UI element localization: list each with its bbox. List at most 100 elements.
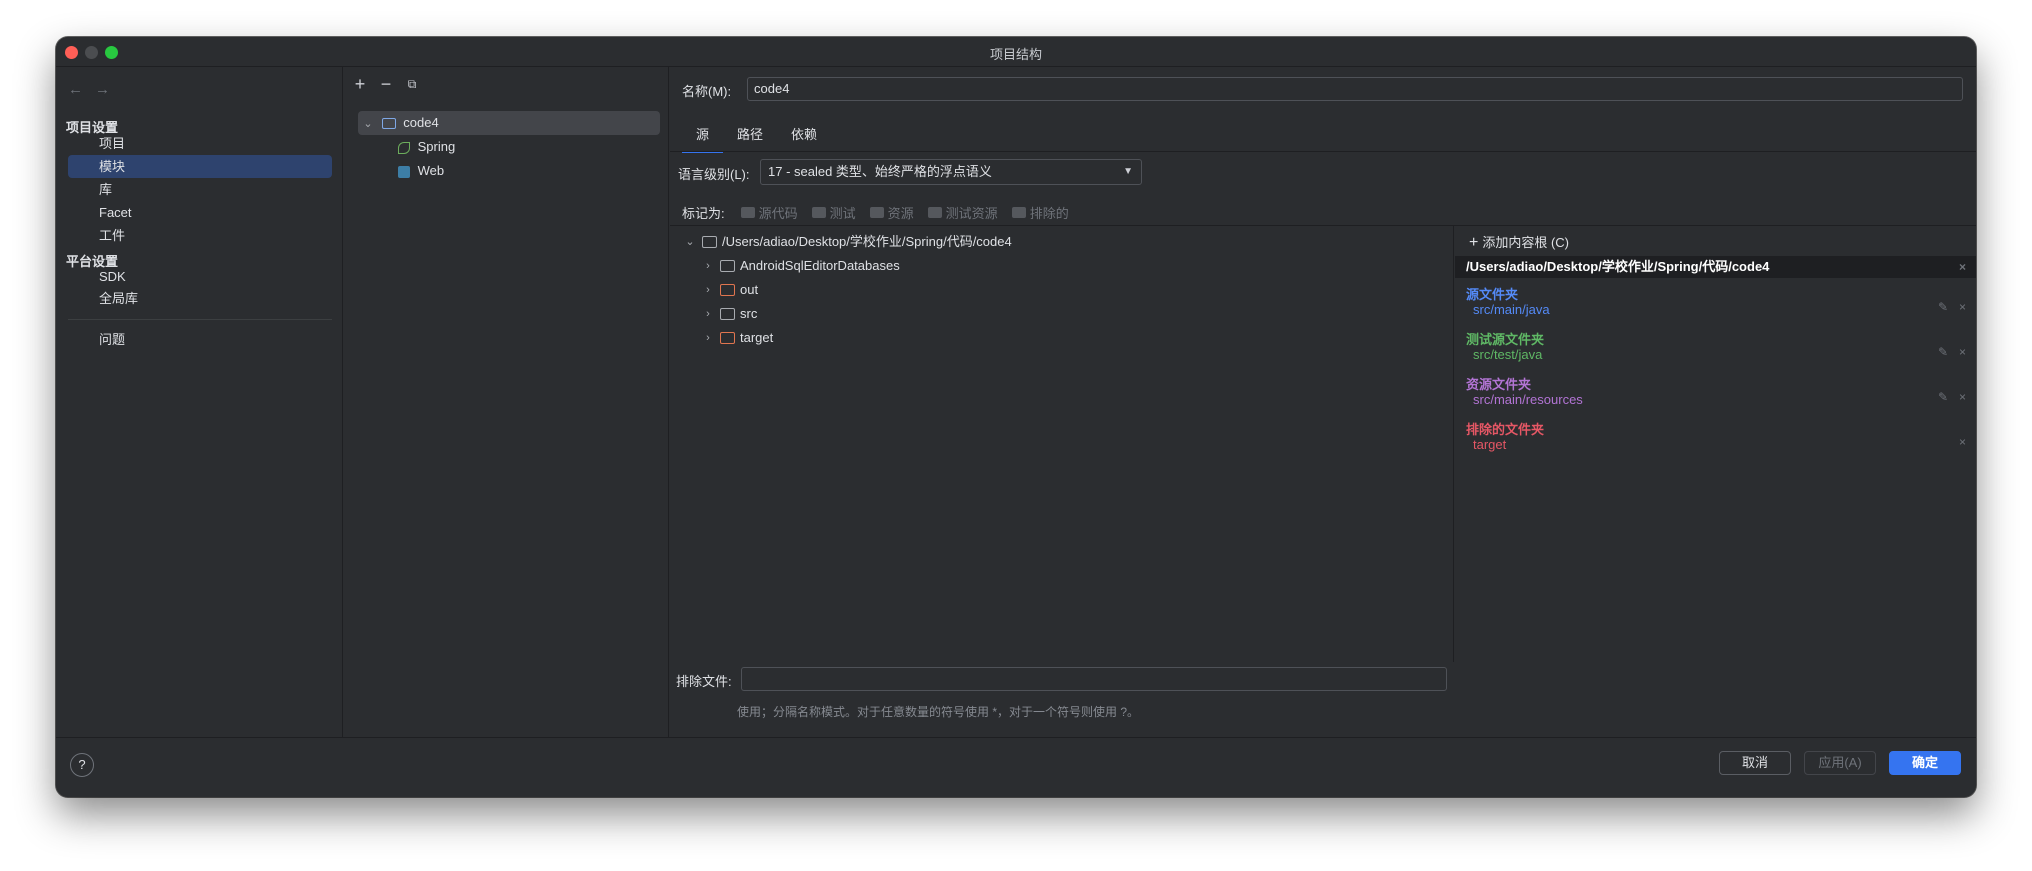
chevron-right-icon[interactable]: › [700, 278, 716, 302]
folder-icon [869, 207, 884, 218]
folder-icon [740, 207, 755, 218]
title-bar: 项目结构 [56, 37, 1976, 67]
nav-history: ← → [68, 81, 122, 98]
facet-row-web[interactable]: Web [358, 159, 660, 183]
chevron-down-icon[interactable]: ⌄ [360, 112, 376, 136]
resources-header: 资源文件夹 [1466, 377, 1532, 392]
edit-sources-icon[interactable]: ✎ [1938, 300, 1948, 314]
tree-row-out[interactable]: › out [700, 278, 758, 302]
nav-item-sdk[interactable]: SDK [68, 265, 332, 288]
tabs-divider [670, 151, 1976, 152]
module-toolbar: + − ⧉ [352, 72, 420, 96]
remove-sources-icon[interactable]: × [1959, 300, 1966, 314]
resources-value: src/main/resources [1473, 392, 1583, 407]
help-button[interactable]: ? [70, 753, 94, 777]
nav-item-facets[interactable]: Facet [68, 201, 332, 224]
nav-item-libraries[interactable]: 库 [68, 178, 332, 201]
apply-button[interactable]: 应用(A) [1804, 751, 1876, 775]
remove-excluded-icon[interactable]: × [1959, 435, 1966, 449]
mark-resources-button[interactable]: 资源 [869, 203, 914, 222]
remove-resources-icon[interactable]: × [1959, 390, 1966, 404]
folder-icon [1011, 207, 1026, 218]
dialog-footer: ? 取消 应用(A) 确定 [56, 737, 1976, 797]
remove-test-sources-icon[interactable]: × [1959, 345, 1966, 359]
mark-excluded-button[interactable]: 排除的 [1011, 203, 1069, 222]
chevron-down-icon[interactable]: ⌄ [682, 230, 698, 254]
tree-row-src[interactable]: › src [700, 302, 757, 326]
tab-dependencies[interactable]: 依赖 [777, 123, 831, 153]
test-sources-header: 测试源文件夹 [1466, 332, 1545, 347]
test-sources-value: src/test/java [1473, 347, 1543, 362]
facet-row-spring[interactable]: Spring [358, 135, 660, 159]
spring-leaf-icon [398, 141, 410, 154]
language-level-select[interactable]: 17 - sealed 类型、始终严格的浮点语义 ▼ [760, 159, 1142, 185]
edit-test-sources-icon[interactable]: ✎ [1938, 345, 1948, 359]
settings-nav: ← → 项目设置 项目 模块 库 Facet 工件 平台设置 SDK 全局库 问题 [56, 67, 343, 737]
tree-item-label: target [740, 330, 774, 345]
mark-sources-button[interactable]: 源代码 [740, 203, 798, 222]
mark-tests-button[interactable]: 测试 [811, 203, 856, 222]
tree-row-root[interactable]: ⌄ /Users/adiao/Desktop/学校作业/Spring/代码/co… [682, 230, 1012, 254]
excluded-folder-icon [720, 332, 735, 344]
tree-root-path: /Users/adiao/Desktop/学校作业/Spring/代码/code… [722, 234, 1012, 249]
module-folder-icon [381, 118, 396, 130]
module-name-input[interactable]: code4 [747, 77, 1963, 101]
content-roots-panel: + 添加内容根 (C) /Users/adiao/Desktop/学校作业/Spr… [1455, 226, 1976, 662]
nav-item-problems[interactable]: 问题 [68, 328, 332, 351]
back-arrow-icon[interactable]: ← [68, 81, 83, 98]
edit-resources-icon[interactable]: ✎ [1938, 390, 1948, 404]
exclude-files-hint: 使用；分隔名称模式。对于任意数量的符号使用 *，对于一个符号则使用 ?。 [737, 705, 1140, 719]
nav-item-global-libraries[interactable]: 全局库 [68, 287, 332, 310]
language-level-value: 17 - sealed 类型、始终严格的浮点语义 [768, 164, 992, 179]
web-facet-icon [398, 165, 410, 178]
nav-divider [68, 319, 332, 320]
tree-item-label: src [740, 306, 758, 321]
ok-button[interactable]: 确定 [1889, 751, 1961, 775]
content-root-path[interactable]: /Users/adiao/Desktop/学校作业/Spring/代码/code… [1455, 256, 1976, 278]
cancel-button[interactable]: 取消 [1719, 751, 1791, 775]
add-icon[interactable]: + [352, 74, 368, 95]
excluded-folder-icon [720, 284, 735, 296]
nav-item-artifacts[interactable]: 工件 [68, 224, 332, 247]
chevron-right-icon[interactable]: › [700, 254, 716, 278]
tab-sources[interactable]: 源 [682, 123, 724, 153]
mark-test-resources-button[interactable]: 测试资源 [927, 203, 998, 222]
sources-value: src/main/java [1473, 302, 1550, 317]
nav-item-modules[interactable]: 模块 [68, 155, 332, 178]
project-structure-dialog: 项目结构 ← → 项目设置 项目 模块 库 Facet 工件 平台设置 SDK 全… [56, 37, 1976, 797]
copy-icon[interactable]: ⧉ [404, 77, 420, 92]
mark-as-label: 标记为: [682, 206, 725, 221]
module-detail-pane: 名称(M): code4 源 路径 依赖 语言级别(L): 17 - seale… [670, 67, 1976, 737]
nav-item-project[interactable]: 项目 [68, 132, 332, 155]
facet-name: Web [417, 163, 445, 178]
tab-paths[interactable]: 路径 [723, 123, 777, 153]
tree-item-label: out [740, 282, 759, 297]
excluded-value: target [1473, 437, 1507, 452]
tree-row-androidsqleditordatabases[interactable]: › AndroidSqlEditorDatabases [700, 254, 900, 278]
folder-icon [720, 260, 735, 272]
chevron-right-icon[interactable]: › [700, 326, 716, 350]
folder-icon [720, 308, 735, 320]
exclude-files-input[interactable] [741, 667, 1447, 691]
remove-icon[interactable]: − [378, 74, 394, 95]
tree-row-target[interactable]: › target [700, 326, 773, 350]
exclude-files-label: 排除文件: [676, 674, 732, 689]
module-tree-pane: + − ⧉ ⌄ code4 Spring Web [344, 67, 669, 737]
window-title: 项目结构 [989, 47, 1042, 62]
mark-as-toolbar: 标记为: 源代码 测试 资源 测试资源 排除的 [682, 203, 1083, 222]
folder-icon [927, 207, 942, 218]
module-tabs: 源 路径 依赖 [682, 123, 831, 153]
name-label: 名称(M): [682, 84, 732, 99]
add-content-root-button[interactable]: + 添加内容根 (C) [1469, 232, 1569, 252]
forward-arrow-icon[interactable]: → [95, 81, 110, 98]
module-name: code4 [403, 115, 439, 130]
language-level-label: 语言级别(L): [678, 167, 750, 182]
remove-root-icon[interactable]: × [1959, 256, 1966, 278]
tree-item-label: AndroidSqlEditorDatabases [740, 258, 900, 273]
chevron-right-icon[interactable]: › [700, 302, 716, 326]
facet-name: Spring [417, 139, 456, 154]
plus-icon: + [1469, 234, 1479, 251]
excluded-header: 排除的文件夹 [1466, 422, 1545, 437]
dropdown-caret-icon: ▼ [1123, 166, 1133, 177]
module-row-code4[interactable]: ⌄ code4 [358, 111, 660, 135]
